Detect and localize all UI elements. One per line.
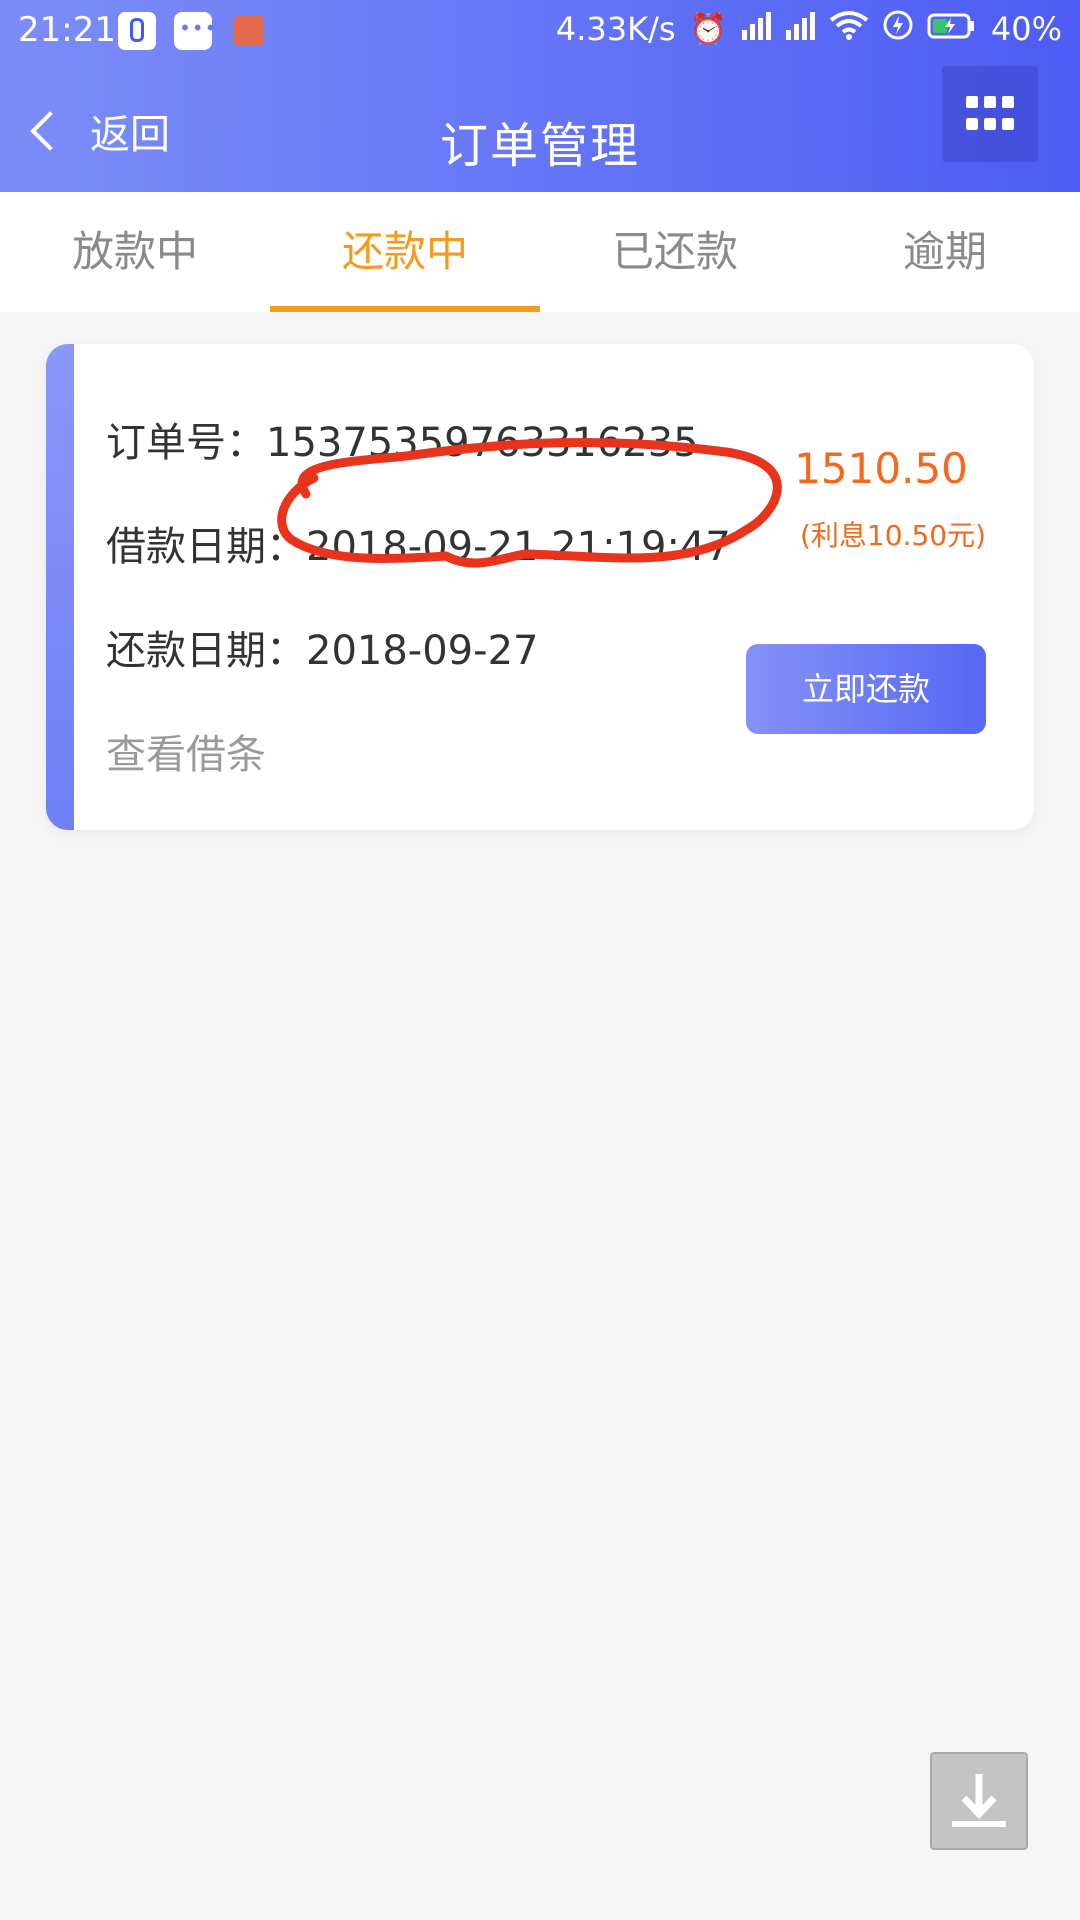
bolt-icon <box>883 10 913 48</box>
battery-icon <box>927 10 977 48</box>
loan-date-label: 借款日期： <box>106 524 306 570</box>
tab-repaying[interactable]: 还款中 <box>270 192 540 312</box>
tab-overdue[interactable]: 逾期 <box>810 192 1080 312</box>
order-number-label: 订单号： <box>106 420 266 466</box>
battery-percent: 40% <box>990 10 1062 48</box>
app-icon <box>118 12 156 50</box>
signal-icon <box>741 10 771 48</box>
header-bar: 21:21 4.33K/s ⏰ 40% 返回 <box>0 0 1080 192</box>
repay-date-value: 2018-09-27 <box>306 628 539 674</box>
repay-date-label: 还款日期： <box>106 628 306 674</box>
alarm-icon: ⏰ <box>689 11 727 47</box>
interest-note: (利息10.50元) <box>799 519 986 552</box>
loan-date-row: 借款日期：2018-09-21 21:19:47 <box>106 514 731 572</box>
download-icon <box>952 1774 1006 1827</box>
order-tabs: 放款中 还款中 已还款 逾期 <box>0 192 1080 312</box>
mi-icon <box>234 16 264 46</box>
download-button[interactable] <box>930 1752 1028 1850</box>
order-number-row: 订单号：15375359763316235 <box>106 410 699 468</box>
loan-date-value: 2018-09-21 21:19:47 <box>306 524 731 570</box>
tab-repaid[interactable]: 已还款 <box>540 192 810 312</box>
view-loan-note-link[interactable]: 查看借条 <box>106 722 266 780</box>
grid-icon <box>966 96 1014 132</box>
status-bar: 21:21 4.33K/s ⏰ 40% <box>0 0 1080 62</box>
repay-now-button[interactable]: 立即还款 <box>746 644 986 734</box>
repay-date-row: 还款日期：2018-09-27 <box>106 618 538 676</box>
card-accent-bar <box>46 344 74 830</box>
grid-menu-button[interactable] <box>942 66 1038 162</box>
active-tab-indicator <box>270 306 540 312</box>
repay-amount: 1510.50 <box>794 444 968 493</box>
message-icon <box>174 12 217 50</box>
wifi-icon <box>829 10 869 48</box>
network-speed: 4.33K/s <box>555 10 676 48</box>
status-right-group: 4.33K/s ⏰ 40% <box>556 10 1062 48</box>
page-title: 订单管理 <box>439 118 640 174</box>
order-card: 订单号：15375359763316235 借款日期：2018-09-21 21… <box>46 344 1034 830</box>
tab-disbursing[interactable]: 放款中 <box>0 192 270 312</box>
order-number-value: 15375359763316235 <box>266 420 699 466</box>
signal-icon <box>785 10 815 48</box>
status-time: 21:21 <box>18 10 116 50</box>
